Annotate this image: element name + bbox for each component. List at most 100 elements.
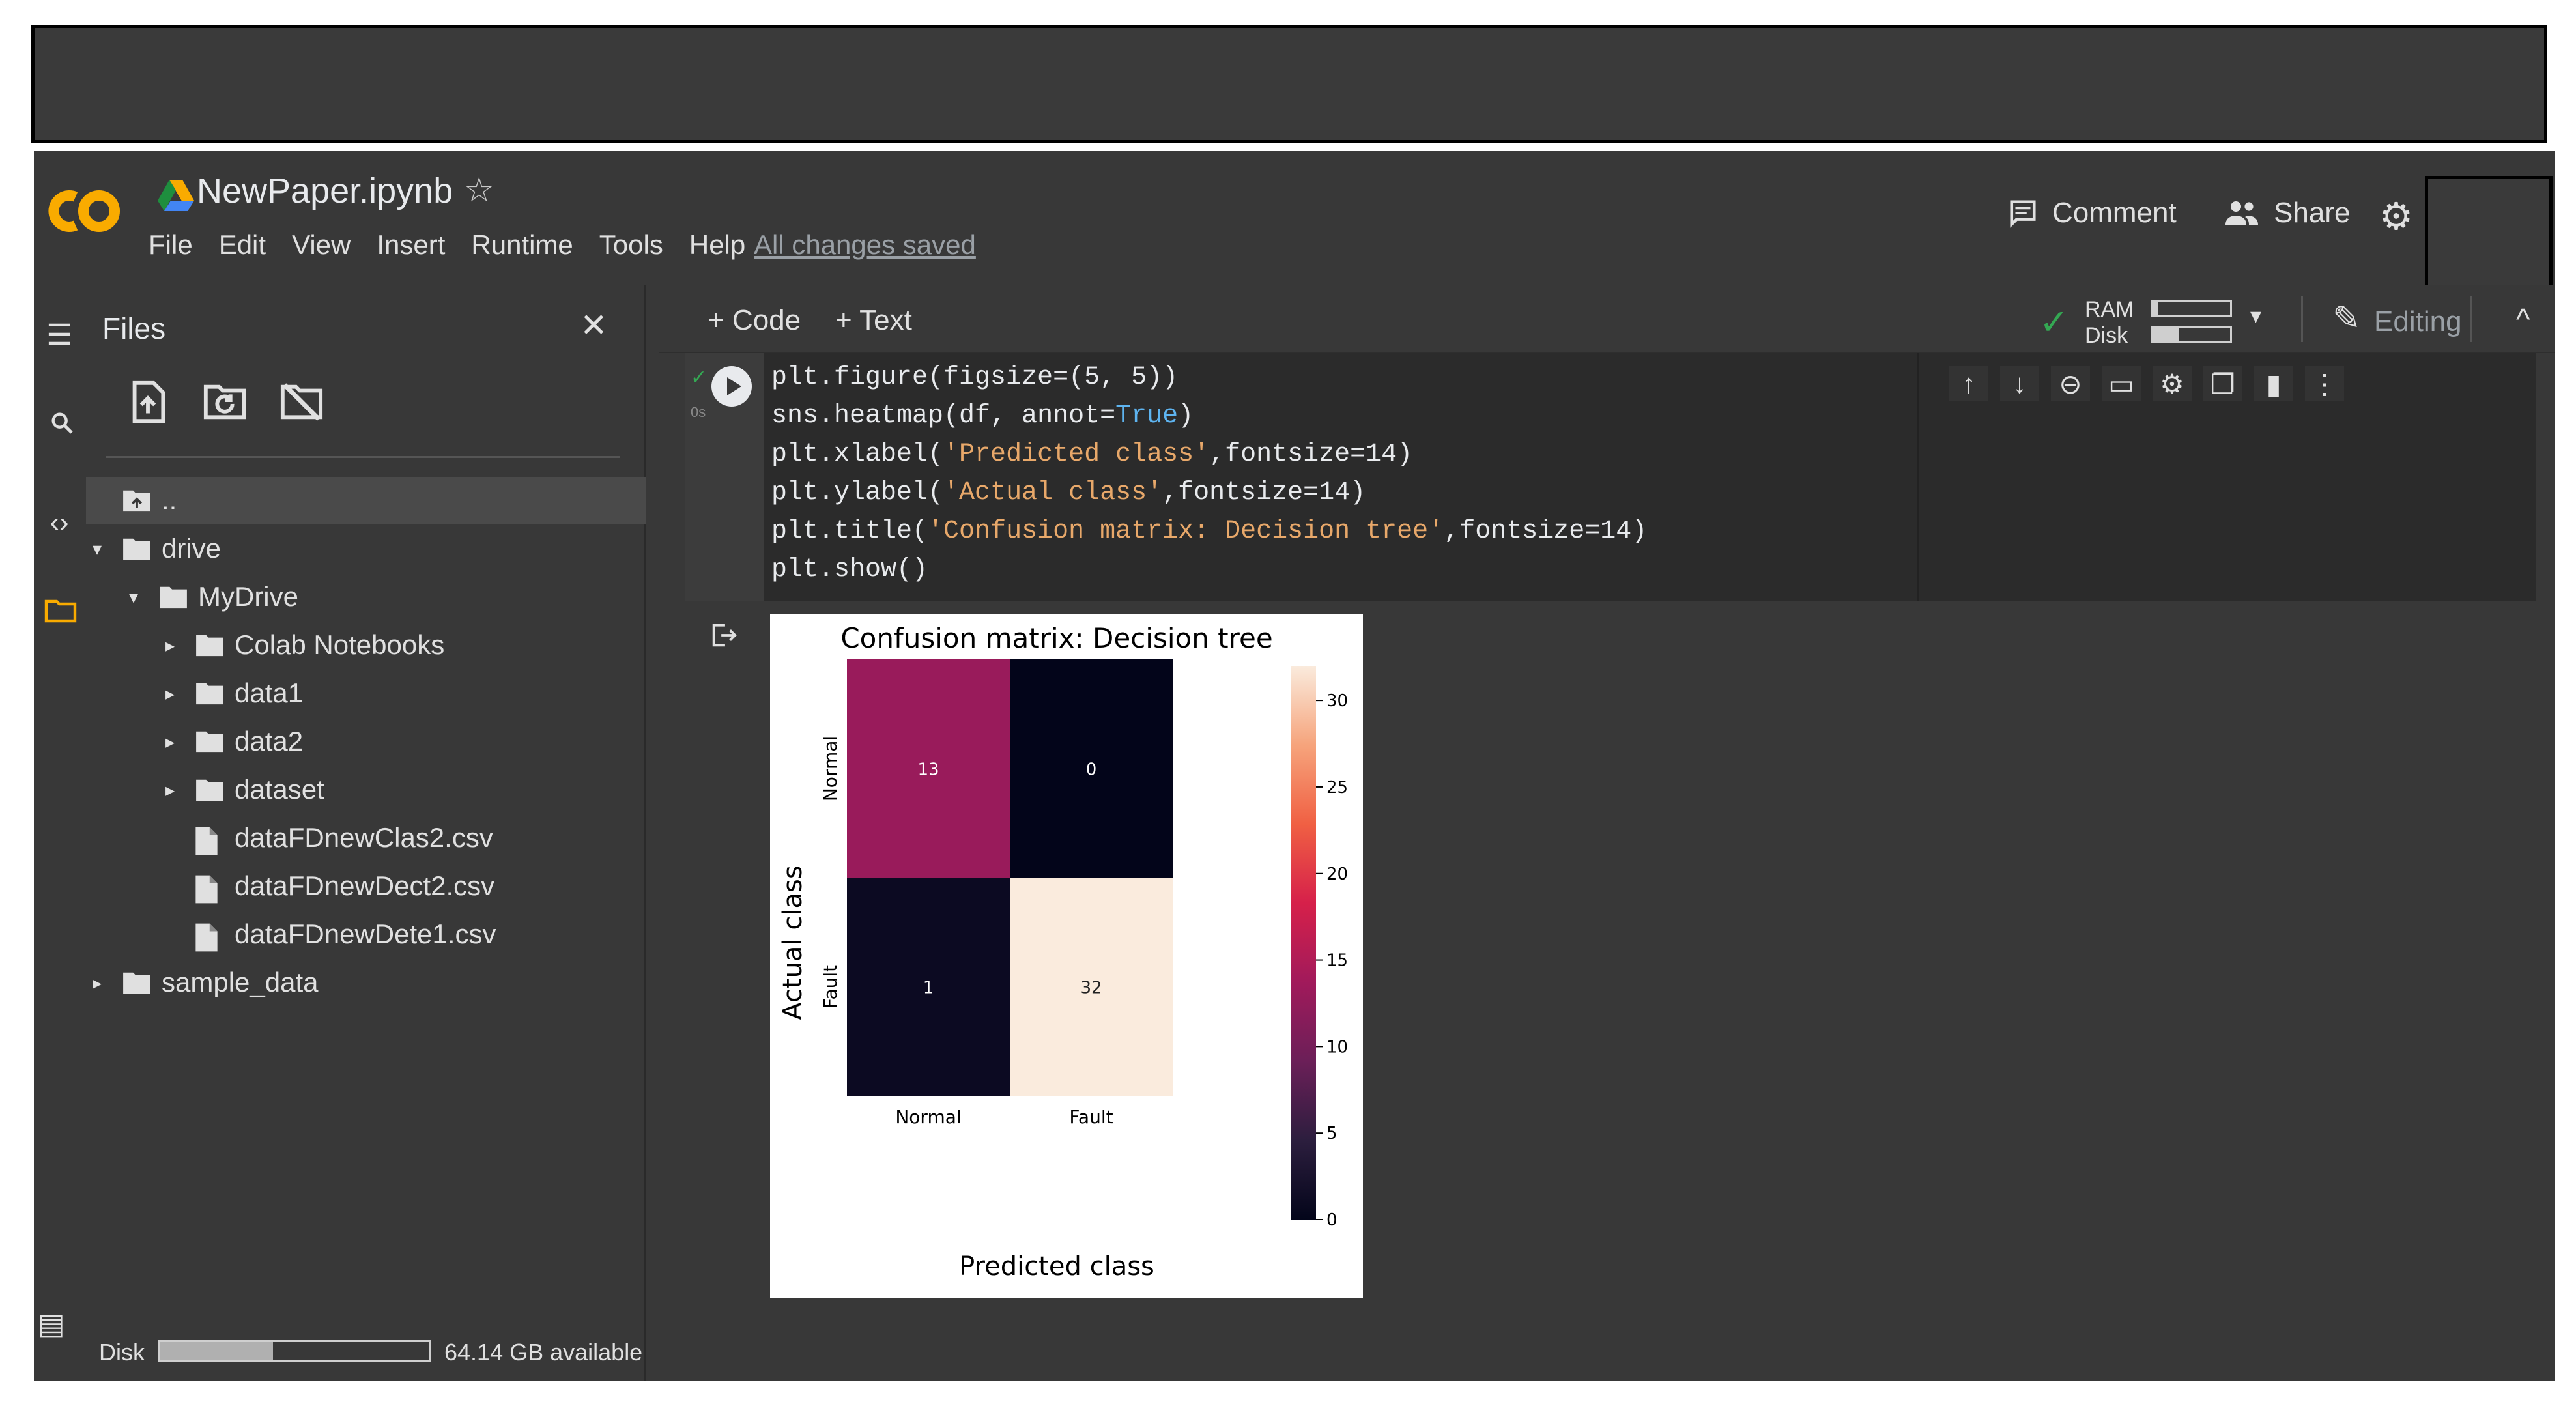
run-cell-button[interactable] xyxy=(711,366,752,407)
comment-button[interactable]: Comment xyxy=(2008,197,2177,229)
more-options-icon[interactable]: ⋮ xyxy=(2305,366,2344,401)
colorbar-tick-label: 5 xyxy=(1326,1124,1338,1143)
chevron-down-icon[interactable]: ▾ xyxy=(93,538,102,560)
menu-item-insert[interactable]: Insert xyxy=(377,229,445,261)
menu-item-file[interactable]: File xyxy=(149,229,193,261)
save-status-link[interactable]: All changes saved xyxy=(754,229,976,261)
disk-meter[interactable] xyxy=(2151,326,2232,343)
chevron-right-icon[interactable]: ▸ xyxy=(93,972,102,994)
execution-check-icon: ✓ xyxy=(691,367,708,388)
code-cell[interactable]: ✓ 0s plt.figure(figsize=(5, 5)) sns.heatm… xyxy=(685,353,2536,1330)
menu-item-tools[interactable]: Tools xyxy=(599,229,663,261)
folder-item[interactable]: .. xyxy=(86,477,646,524)
colab-logo[interactable] xyxy=(43,179,124,244)
colorbar-ticks: 0 5 10 15 20 25 30 xyxy=(1316,691,1348,1230)
notebook-title[interactable]: NewPaper.ipynb xyxy=(197,171,453,211)
move-up-icon[interactable]: ↑ xyxy=(1949,366,1988,401)
mirror-cell-icon[interactable]: ❐ xyxy=(2203,366,2242,401)
colorbar-tick-label: 20 xyxy=(1326,865,1348,884)
disk-usage-bar xyxy=(158,1340,431,1362)
folder-item[interactable]: ▸ data2 xyxy=(86,718,646,765)
chevron-right-icon[interactable]: ▸ xyxy=(165,635,175,656)
folder-item[interactable]: ▾ drive xyxy=(86,525,646,572)
code-token: ) xyxy=(1178,401,1194,431)
ram-meter[interactable] xyxy=(2151,300,2232,317)
tree-item-label: dataset xyxy=(235,774,324,805)
folder-item[interactable]: ▸ dataset xyxy=(86,766,646,813)
cell-value-label: 0 xyxy=(1086,760,1097,780)
confusion-matrix-figure: Confusion matrix: Decision tree 13 0 1 32 N… xyxy=(770,614,1363,1298)
tree-item-label: dataFDnewClas2.csv xyxy=(235,822,493,853)
code-token: 'Actual class' xyxy=(943,478,1163,508)
folder-item[interactable]: ▸ sample_data xyxy=(86,959,646,1006)
code-line: plt.title('Confusion matrix: Decision tr… xyxy=(771,512,1944,551)
toolbar-divider xyxy=(2301,296,2303,342)
header: NewPaper.ipynb ☆ File Edit View Insert Runti… xyxy=(34,151,2555,293)
chevron-right-icon[interactable]: ▸ xyxy=(165,683,175,704)
close-icon[interactable]: × xyxy=(581,299,607,349)
code-snippets-icon[interactable]: ‹› xyxy=(43,506,76,539)
menu-item-edit[interactable]: Edit xyxy=(219,229,266,261)
folder-icon xyxy=(160,586,187,609)
colorbar-tick-label: 25 xyxy=(1326,778,1348,797)
star-icon[interactable]: ☆ xyxy=(464,171,494,210)
editing-mode-label[interactable]: Editing xyxy=(2374,306,2462,338)
file-icon xyxy=(195,875,218,904)
chevron-down-icon[interactable]: ▾ xyxy=(2250,303,2261,329)
link-icon[interactable]: ⊖ xyxy=(2051,366,2090,401)
google-drive-icon[interactable] xyxy=(158,179,194,211)
file-icon xyxy=(195,827,218,855)
file-item[interactable]: dataFDnewClas2.csv xyxy=(86,814,646,861)
tree-item-label: drive xyxy=(162,533,222,564)
move-down-icon[interactable]: ↓ xyxy=(2000,366,2039,401)
folder-item[interactable]: ▸ Colab Notebooks xyxy=(86,622,646,668)
toolbar-divider xyxy=(2470,296,2472,342)
menu-item-runtime[interactable]: Runtime xyxy=(471,229,573,261)
execution-time: 0s xyxy=(691,404,706,420)
side-rail: ☰ ‹› ▤ xyxy=(34,285,86,1381)
code-line: plt.show() xyxy=(771,551,1944,589)
folder-item[interactable]: ▸ data1 xyxy=(86,670,646,717)
delete-icon[interactable]: ▮ xyxy=(2254,366,2293,401)
ram-label: RAM xyxy=(2085,297,2134,322)
colorbar xyxy=(1291,666,1316,1220)
cell-value-label: 1 xyxy=(923,979,934,998)
resource-labels[interactable]: RAM Disk xyxy=(2085,296,2134,349)
settings-gear-icon[interactable]: ⚙ xyxy=(2379,194,2413,238)
comment-icon[interactable]: ▭ xyxy=(2102,366,2141,401)
output-icon[interactable] xyxy=(709,620,739,650)
chevron-right-icon[interactable]: ▸ xyxy=(165,779,175,801)
settings-gear-icon[interactable]: ⚙ xyxy=(2153,366,2192,401)
file-item[interactable]: dataFDnewDect2.csv xyxy=(86,863,646,910)
table-of-contents-icon[interactable]: ☰ xyxy=(43,319,76,352)
comment-icon xyxy=(2010,200,2036,228)
cell-value-label: 13 xyxy=(917,760,939,780)
pencil-icon[interactable]: ✎ xyxy=(2332,299,2361,338)
share-button[interactable]: Share xyxy=(2223,197,2350,229)
y-axis-label: Actual class xyxy=(778,865,808,1020)
unmount-drive-icon[interactable] xyxy=(279,379,324,425)
chevron-down-icon[interactable]: ▾ xyxy=(129,586,138,608)
folder-icon xyxy=(196,779,223,801)
notebook-toolbar: + Code + Text ✓ RAM Disk ▾ ✎ Editing ^ xyxy=(659,285,2555,353)
x-tick-label: Normal xyxy=(895,1106,961,1128)
search-icon[interactable] xyxy=(46,410,78,436)
folder-item[interactable]: ▾ MyDrive xyxy=(86,573,646,620)
notebook-main: ✓ 0s plt.figure(figsize=(5, 5)) sns.heatm… xyxy=(685,353,2555,1381)
terminal-icon[interactable]: ▤ xyxy=(38,1308,65,1341)
code-editor[interactable]: plt.figure(figsize=(5, 5)) sns.heatmap(df… xyxy=(771,358,1944,601)
refresh-folder-icon[interactable] xyxy=(202,379,248,425)
upload-file-icon[interactable] xyxy=(125,379,171,425)
menu-item-help[interactable]: Help xyxy=(689,229,745,261)
chevron-up-icon[interactable]: ^ xyxy=(2516,302,2530,337)
account-box[interactable] xyxy=(2425,176,2553,293)
menu-bar: File Edit View Insert Runtime Tools Help xyxy=(149,229,745,261)
menu-item-view[interactable]: View xyxy=(292,229,351,261)
file-item[interactable]: dataFDnewDete1.csv xyxy=(86,911,646,958)
folder-icon[interactable] xyxy=(44,597,77,624)
add-code-button[interactable]: + Code xyxy=(708,304,801,337)
add-text-button[interactable]: + Text xyxy=(835,304,912,337)
chevron-right-icon[interactable]: ▸ xyxy=(165,731,175,752)
code-line: plt.xlabel('Predicted class',fontsize=14… xyxy=(771,435,1944,474)
top-banner xyxy=(31,25,2547,143)
